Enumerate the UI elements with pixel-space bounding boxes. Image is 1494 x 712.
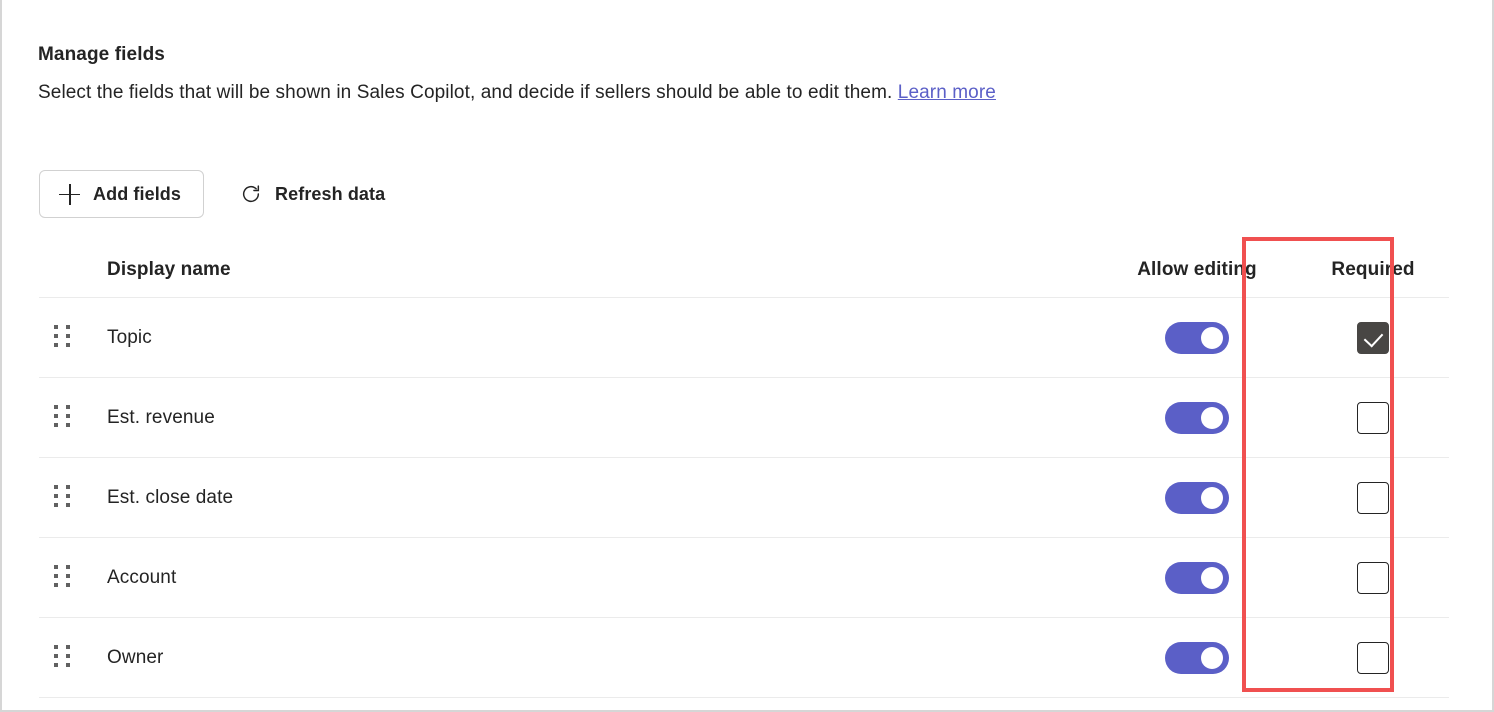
- add-fields-label: Add fields: [93, 184, 181, 205]
- allow-editing-cell: [1097, 322, 1297, 354]
- drag-handle-icon[interactable]: [54, 645, 70, 671]
- allow-editing-toggle[interactable]: [1165, 322, 1229, 354]
- column-header-required: Required: [1331, 259, 1414, 281]
- drag-handle-icon[interactable]: [54, 405, 70, 431]
- allow-editing-toggle[interactable]: [1165, 562, 1229, 594]
- row-drag-handle-cell: [39, 325, 87, 351]
- required-cell: [1297, 642, 1449, 674]
- refresh-data-label: Refresh data: [275, 184, 385, 205]
- allow-editing-cell: [1097, 642, 1297, 674]
- table-row[interactable]: Topic: [39, 298, 1449, 378]
- field-display-name: Owner: [87, 647, 1097, 669]
- row-drag-handle-cell: [39, 565, 87, 591]
- toggle-knob: [1201, 487, 1223, 509]
- page-description-text: Select the fields that will be shown in …: [38, 82, 892, 103]
- refresh-data-button[interactable]: Refresh data: [226, 170, 399, 218]
- page-title: Manage fields: [38, 44, 165, 66]
- page-description: Select the fields that will be shown in …: [38, 82, 996, 104]
- field-display-name: Est. revenue: [87, 407, 1097, 429]
- learn-more-link[interactable]: Learn more: [898, 82, 996, 103]
- column-header-required-cell: Required: [1297, 259, 1449, 281]
- table-row[interactable]: Owner: [39, 618, 1449, 698]
- field-display-name: Account: [87, 567, 1097, 589]
- column-header-allow-editing-cell: Allow editing: [1097, 259, 1297, 281]
- table-header-row: Display name Allow editing Required: [39, 243, 1449, 298]
- required-cell: [1297, 322, 1449, 354]
- refresh-icon: [240, 183, 262, 205]
- row-drag-handle-cell: [39, 405, 87, 431]
- allow-editing-toggle[interactable]: [1165, 482, 1229, 514]
- field-display-name: Topic: [87, 327, 1097, 349]
- drag-handle-icon[interactable]: [54, 565, 70, 591]
- toggle-knob: [1201, 647, 1223, 669]
- required-cell: [1297, 562, 1449, 594]
- row-drag-handle-cell: [39, 645, 87, 671]
- required-checkbox[interactable]: [1357, 402, 1389, 434]
- required-checkbox[interactable]: [1357, 482, 1389, 514]
- row-drag-handle-cell: [39, 485, 87, 511]
- required-checkbox[interactable]: [1357, 562, 1389, 594]
- allow-editing-toggle[interactable]: [1165, 642, 1229, 674]
- plus-icon: [59, 184, 80, 205]
- column-header-display-name: Display name: [87, 259, 1097, 281]
- allow-editing-cell: [1097, 562, 1297, 594]
- field-display-name: Est. close date: [87, 487, 1097, 509]
- add-fields-button[interactable]: Add fields: [39, 170, 204, 218]
- toggle-knob: [1201, 407, 1223, 429]
- required-cell: [1297, 482, 1449, 514]
- allow-editing-toggle[interactable]: [1165, 402, 1229, 434]
- required-checkbox[interactable]: [1357, 642, 1389, 674]
- manage-fields-page: Manage fields Select the fields that wil…: [0, 0, 1494, 712]
- fields-table: Display name Allow editing Required Topi…: [39, 243, 1449, 698]
- toolbar: Add fields Refresh data: [39, 170, 399, 218]
- allow-editing-cell: [1097, 482, 1297, 514]
- required-cell: [1297, 402, 1449, 434]
- drag-handle-icon[interactable]: [54, 325, 70, 351]
- toggle-knob: [1201, 327, 1223, 349]
- column-header-allow-editing: Allow editing: [1137, 259, 1257, 281]
- required-checkbox[interactable]: [1357, 322, 1389, 354]
- table-row[interactable]: Est. close date: [39, 458, 1449, 538]
- allow-editing-cell: [1097, 402, 1297, 434]
- toggle-knob: [1201, 567, 1223, 589]
- drag-handle-icon[interactable]: [54, 485, 70, 511]
- table-row[interactable]: Account: [39, 538, 1449, 618]
- table-row[interactable]: Est. revenue: [39, 378, 1449, 458]
